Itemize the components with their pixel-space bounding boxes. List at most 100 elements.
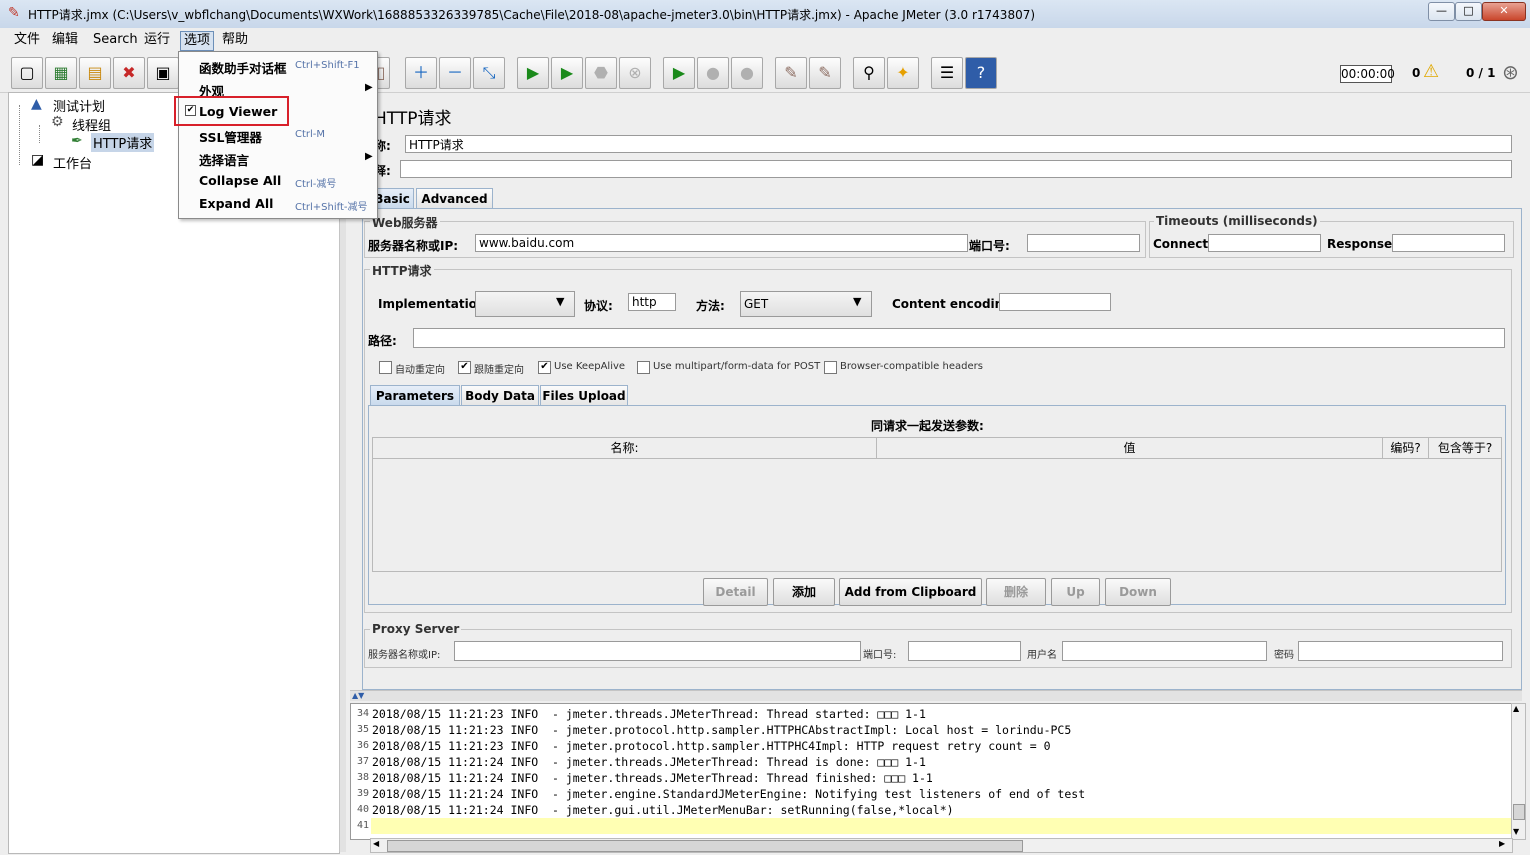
scroll-down-icon[interactable]: ▼ (1513, 827, 1519, 836)
log-vertical-scrollbar[interactable]: ▲ ▼ (1511, 703, 1526, 840)
tree-node-thread-group[interactable]: 线程组 (72, 115, 111, 134)
toggle-icon[interactable]: ⤡ (473, 57, 505, 89)
menu-item-function-helper[interactable]: 函数助手对话框 Ctrl+Shift-F1 (179, 55, 377, 78)
save-icon[interactable]: ▣ (147, 57, 179, 89)
connect-field[interactable] (1208, 234, 1321, 252)
tree-node-http-request[interactable]: HTTP请求 (91, 133, 155, 152)
server-field[interactable] (475, 234, 968, 252)
reset-search-icon[interactable]: ✦ (887, 57, 919, 89)
tab-files-upload[interactable]: Files Upload (540, 385, 628, 406)
up-button[interactable]: Up (1051, 578, 1100, 606)
search-icon[interactable]: ⚲ (853, 57, 885, 89)
response-field[interactable] (1392, 234, 1505, 252)
menu-item-ssl-manager[interactable]: SSL管理器 Ctrl-M (179, 124, 377, 147)
collapse-arrow-icon[interactable]: ▲▼ (352, 691, 364, 700)
log-line: 37 2018/08/15 11:21:24 INFO - jmeter.thre… (356, 755, 926, 769)
scroll-up-icon[interactable]: ▲ (1513, 704, 1519, 713)
close-button[interactable]: ✕ (1482, 2, 1526, 21)
menu-options[interactable]: 选项 (180, 31, 215, 51)
menu-help[interactable]: 帮助 (219, 31, 251, 49)
remote-start-icon[interactable]: ▶ (663, 57, 695, 89)
protocol-field[interactable] (628, 293, 676, 311)
name-field[interactable] (405, 135, 1512, 153)
maximize-button[interactable]: □ (1455, 2, 1482, 21)
log-splitter[interactable]: ▲▼ (350, 690, 1522, 701)
scroll-thumb[interactable] (387, 840, 1023, 852)
method-select[interactable]: GET ▼ (740, 291, 872, 317)
tab-advanced[interactable]: Advanced (416, 188, 493, 209)
start-no-pause-icon[interactable]: ▶ (551, 57, 583, 89)
scroll-thumb[interactable] (1513, 804, 1525, 820)
close-file-icon[interactable]: ✖ (113, 57, 145, 89)
implementation-select[interactable]: ▼ (475, 291, 575, 317)
port-field[interactable] (1027, 234, 1140, 252)
menu-file[interactable]: 文件 (11, 31, 43, 49)
thread-count: 0 / 1 (1466, 66, 1496, 80)
warning-icon[interactable]: ⚠ (1423, 61, 1439, 82)
tree-node-test-plan[interactable]: 测试计划 (53, 96, 105, 115)
proxy-server-field[interactable] (454, 641, 861, 661)
menu-edit[interactable]: 编辑 (49, 31, 81, 49)
log-line: 36 2018/08/15 11:21:23 INFO - jmeter.prot… (356, 739, 1051, 753)
shutdown-icon[interactable]: ⊗ (619, 57, 651, 89)
tab-body-data[interactable]: Body Data (461, 385, 539, 406)
follow-redirect-label: 跟随重定向 (474, 365, 524, 376)
log-line: 39 2018/08/15 11:21:24 INFO - jmeter.engi… (356, 787, 1086, 801)
menu-bar: 文件 编辑 Search 运行 选项 帮助 (0, 28, 1530, 52)
menu-item-collapse-all[interactable]: Collapse All Ctrl-减号 (179, 170, 377, 193)
remote-status-icon: ⊛ (1502, 60, 1519, 84)
highlight-box (174, 96, 289, 126)
multipart-checkbox[interactable] (637, 361, 650, 374)
add-button[interactable]: 添加 (773, 578, 835, 606)
column-header-encode[interactable]: 编码? (1383, 438, 1429, 459)
help-icon[interactable]: ? (965, 57, 997, 89)
new-icon[interactable]: ▢ (11, 57, 43, 89)
collapse-icon[interactable]: － (439, 57, 471, 89)
sampler-panel: HTTP请求 称: 释: Basic Advanced Web服务器 服务器名称… (346, 92, 1522, 690)
remote-shutdown-icon[interactable]: ● (731, 57, 763, 89)
comment-field[interactable] (400, 160, 1512, 178)
clear-icon[interactable]: ✎ (775, 57, 807, 89)
stop-icon[interactable]: ⬣ (585, 57, 617, 89)
column-header-value[interactable]: 值 (877, 438, 1383, 459)
menu-item-choose-language[interactable]: 选择语言 ▶ (179, 147, 377, 170)
column-header-name[interactable]: 名称: (373, 438, 877, 459)
add-from-clipboard-button[interactable]: Add from Clipboard (839, 578, 982, 606)
open-icon[interactable]: ▤ (79, 57, 111, 89)
auto-redirect-label: 自动重定向 (395, 365, 445, 376)
tab-parameters[interactable]: Parameters (370, 385, 460, 406)
parameters-title: 同请求一起发送参数: (871, 419, 984, 433)
log-horizontal-scrollbar[interactable]: ◀ ▶ (370, 838, 1513, 853)
proxy-user-field[interactable] (1062, 641, 1267, 661)
browser-headers-checkbox[interactable] (824, 361, 837, 374)
detail-button[interactable]: Detail (703, 578, 768, 606)
column-header-include-equals[interactable]: 包含等于? (1429, 438, 1501, 459)
follow-redirects-checkbox[interactable]: ✔ (458, 361, 471, 374)
encoding-field[interactable] (999, 293, 1111, 311)
proxy-password-field[interactable] (1298, 641, 1503, 661)
tree-line (19, 105, 21, 165)
follow-redirects-auto-checkbox[interactable] (379, 361, 392, 374)
path-label: 路径: (368, 334, 397, 348)
menu-search[interactable]: Search (90, 31, 141, 49)
log-line: 38 2018/08/15 11:21:24 INFO - jmeter.thre… (356, 771, 933, 785)
clear-all-icon[interactable]: ✎ (809, 57, 841, 89)
scroll-right-icon[interactable]: ▶ (1499, 839, 1505, 848)
expand-icon[interactable]: ＋ (405, 57, 437, 89)
templates-icon[interactable]: ▦ (45, 57, 77, 89)
tree-node-workbench[interactable]: 工作台 (53, 153, 92, 172)
menu-run[interactable]: 运行 (141, 31, 173, 49)
minimize-button[interactable]: — (1428, 2, 1455, 21)
function-helper-icon[interactable]: ☰ (931, 57, 963, 89)
path-field[interactable] (413, 328, 1505, 348)
delete-button[interactable]: 删除 (986, 578, 1046, 606)
down-button[interactable]: Down (1105, 578, 1171, 606)
start-icon[interactable]: ▶ (517, 57, 549, 89)
menu-item-expand-all[interactable]: Expand All Ctrl+Shift-减号 (179, 193, 377, 216)
remote-stop-icon[interactable]: ● (697, 57, 729, 89)
scroll-left-icon[interactable]: ◀ (373, 839, 379, 848)
proxy-port-field[interactable] (908, 641, 1021, 661)
keepalive-checkbox[interactable]: ✔ (538, 361, 551, 374)
web-server-group-label: Web服务器 (370, 214, 440, 231)
panel-title: HTTP请求 (374, 109, 452, 129)
